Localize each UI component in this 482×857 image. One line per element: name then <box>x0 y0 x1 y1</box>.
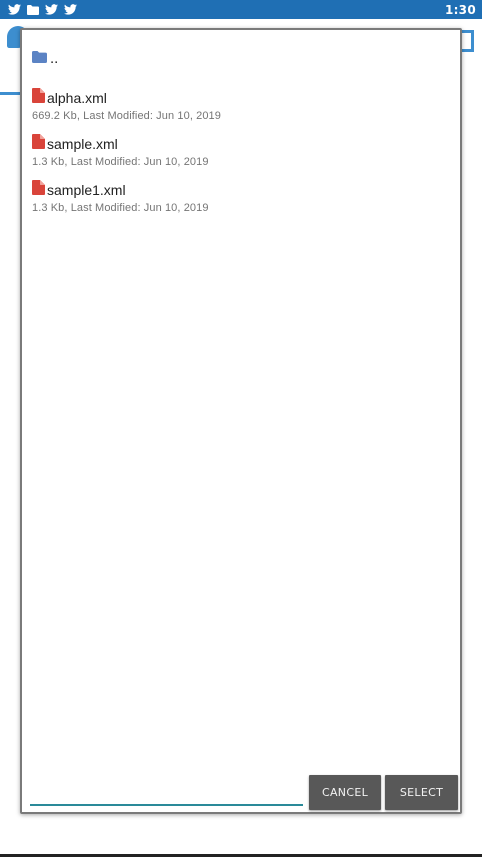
file-item-sample[interactable]: sample.xml 1.3 Kb, Last Modified: Jun 10… <box>32 134 452 180</box>
file-chooser-dialog: .. alpha.xml 669.2 Kb, Last Modified: Ju… <box>20 28 462 814</box>
parent-directory-label: .. <box>50 50 59 67</box>
file-icon <box>32 88 45 108</box>
notification-icons <box>8 4 77 15</box>
file-list: .. alpha.xml 669.2 Kb, Last Modified: Ju… <box>32 48 452 226</box>
filename-input[interactable] <box>30 772 303 806</box>
parent-directory-item[interactable]: .. <box>32 48 452 70</box>
file-item-sample1[interactable]: sample1.xml 1.3 Kb, Last Modified: Jun 1… <box>32 180 452 226</box>
file-name: sample.xml <box>47 136 118 152</box>
twitter-icon <box>45 4 58 15</box>
select-button[interactable]: SELECT <box>385 775 458 810</box>
background-menu-icon <box>460 30 474 52</box>
file-icon <box>32 134 45 154</box>
twitter-icon <box>8 4 21 15</box>
file-icon <box>32 180 45 200</box>
background-divider <box>0 92 22 95</box>
folder-icon <box>32 50 47 68</box>
file-item-alpha[interactable]: alpha.xml 669.2 Kb, Last Modified: Jun 1… <box>32 88 452 134</box>
clock: 1:30 <box>444 2 476 17</box>
file-meta: 1.3 Kb, Last Modified: Jun 10, 2019 <box>32 202 209 214</box>
file-meta: 669.2 Kb, Last Modified: Jun 10, 2019 <box>32 110 221 122</box>
file-meta: 1.3 Kb, Last Modified: Jun 10, 2019 <box>32 156 209 168</box>
file-name: alpha.xml <box>47 90 107 106</box>
folder-icon <box>27 4 39 15</box>
cancel-button[interactable]: CANCEL <box>309 775 381 810</box>
file-name: sample1.xml <box>47 182 126 198</box>
twitter-icon <box>64 4 77 15</box>
status-bar: 1:30 <box>0 0 482 19</box>
